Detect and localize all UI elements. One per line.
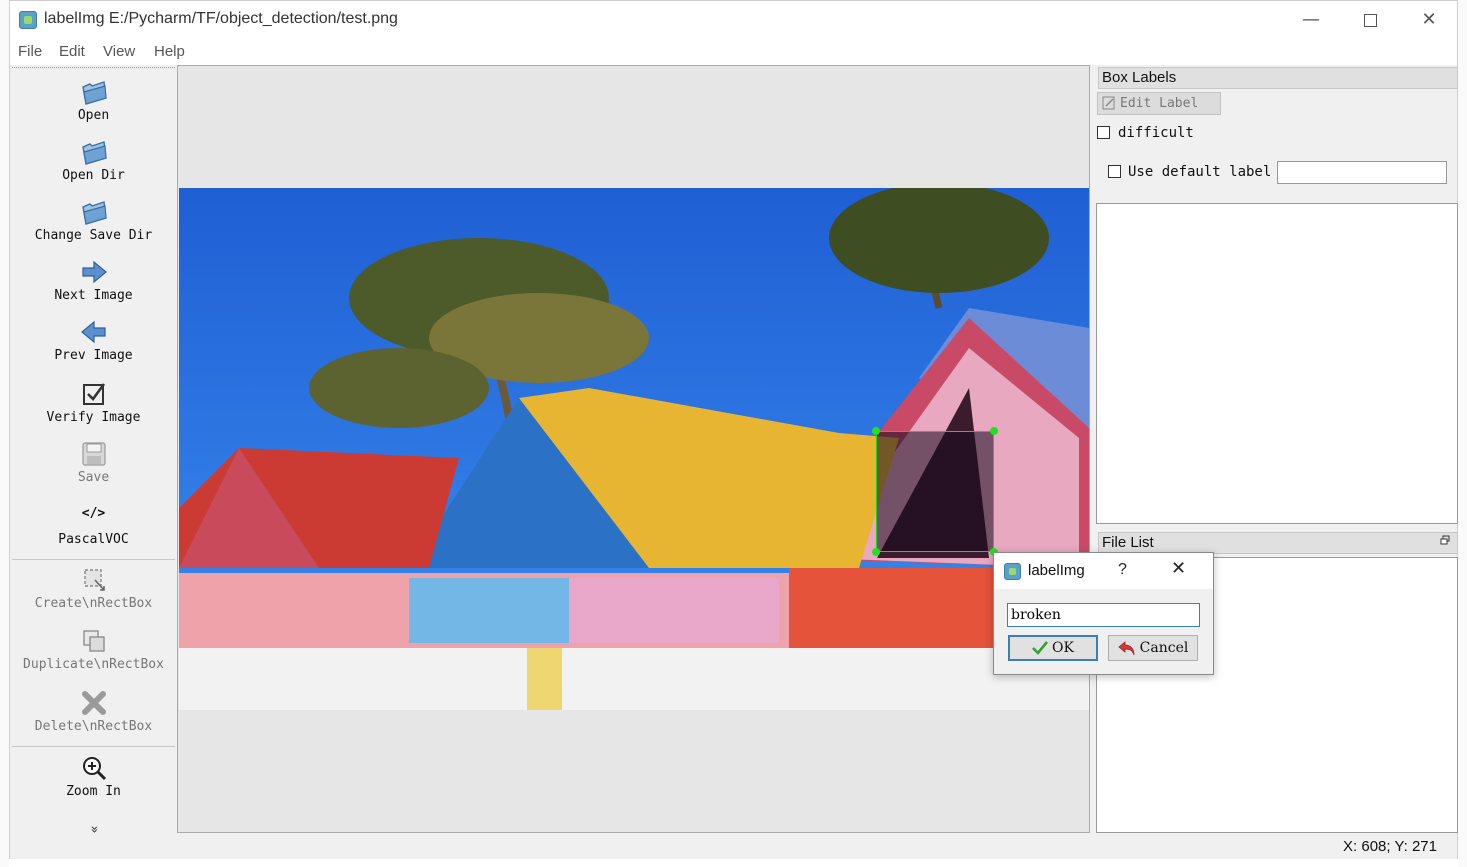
cancel-label: Cancel [1139,640,1189,656]
open-dir-button[interactable]: Open Dir [12,138,175,183]
format-label: PascalVOC [58,532,129,547]
difficult-label: difficult [1118,125,1194,141]
status-bar: X: 608; Y: 271 [10,834,1457,859]
bbox-handle-top-right[interactable] [990,427,998,435]
help-button[interactable]: ? [1118,561,1127,579]
ok-button[interactable]: OK [1008,635,1098,661]
delete-rectbox-label: Delete\nRectBox [34,719,153,734]
background-right-strip [1458,0,1467,867]
close-dialog-button[interactable]: ✕ [1171,558,1186,579]
dialog-title-bar: labelImg ? ✕ [994,553,1213,589]
change-save-dir-button[interactable]: Change Save Dir [12,198,175,243]
use-default-label-text: Use default label [1128,164,1272,180]
change-save-dir-label: Change Save Dir [34,228,153,243]
dock-float-icon[interactable] [1440,535,1450,545]
file-list-title: File List [1098,532,1458,554]
label-list[interactable] [1096,203,1458,524]
duplicate-rectbox-label: Duplicate\nRectBox [23,657,164,672]
dialog-title: labelImg [1028,562,1085,579]
close-window-button[interactable]: ✕ [1406,5,1452,35]
default-label-input[interactable] [1277,161,1447,184]
minimize-button[interactable]: — [1288,5,1334,35]
create-rectbox-label: Create\nRectBox [34,596,153,611]
toolbar-separator [12,559,175,560]
create-rectbox-button[interactable]: Create\nRectBox [12,566,175,611]
app-icon [19,11,37,29]
cursor-coordinates: X: 608; Y: 271 [1343,838,1437,855]
edit-label-button[interactable]: Edit Label [1097,92,1221,115]
menu-bar: File Edit View Help [10,39,1457,65]
arrow-right-icon [81,260,107,284]
ok-label: OK [1052,640,1074,656]
folder-open-icon [81,81,107,105]
menu-edit[interactable]: Edit [59,43,85,60]
format-pascalvoc-button[interactable]: </> PascalVOC [12,504,175,547]
toolbar-separator [12,746,175,747]
delete-x-icon [81,691,106,715]
bbox-handle-bottom-left[interactable] [872,548,880,556]
next-image-label: Next Image [54,288,133,303]
delete-rectbox-button[interactable]: Delete\nRectBox [12,689,175,734]
save-label: Save [77,470,110,485]
tool-bar: Open Open Dir Change Save Dir Next Image [12,67,175,834]
app-icon [1004,563,1021,580]
folder-save-icon [81,201,107,225]
open-button[interactable]: Open [12,78,175,123]
bbox-handle-top-left[interactable] [872,427,880,435]
create-rect-icon [83,569,105,591]
chevron-down-icon: » [86,825,101,834]
verify-image-label: Verify Image [46,410,141,425]
label-dialog: labelImg ? ✕ OK Cancel [993,552,1214,675]
prev-image-button[interactable]: Prev Image [12,318,175,363]
more-tools-button[interactable]: » [12,818,175,834]
duplicate-icon [82,630,105,652]
maximize-button[interactable] [1347,5,1393,35]
verify-image-button[interactable]: Verify Image [12,380,175,425]
menu-view[interactable]: View [103,43,135,60]
zoom-in-button[interactable]: Zoom In [12,754,175,799]
label-input[interactable] [1007,603,1200,627]
zoom-in-label: Zoom In [66,784,121,799]
edit-label-text: Edit Label [1120,96,1199,111]
cancel-button[interactable]: Cancel [1108,635,1198,661]
menu-file[interactable]: File [18,43,42,60]
next-image-button[interactable]: Next Image [12,258,175,303]
save-button[interactable]: Save [12,440,175,485]
background-left-strip [0,0,9,867]
duplicate-rectbox-button[interactable]: Duplicate\nRectBox [12,627,175,672]
title-bar: labelImg E:/Pycharm/TF/object_detection/… [10,1,1457,39]
checkmark-icon [1032,641,1049,655]
window-title: labelImg E:/Pycharm/TF/object_detection/… [44,10,398,27]
labelimg-window: labelImg E:/Pycharm/TF/object_detection/… [9,0,1458,859]
floppy-disk-icon [81,442,106,466]
menu-help[interactable]: Help [154,43,185,60]
annotation-bounding-box[interactable] [872,427,998,556]
box-labels-title: Box Labels [1098,67,1458,89]
code-format-icon: </> [81,506,106,521]
checkbox-checked-icon [82,383,105,405]
open-dir-label: Open Dir [62,168,125,183]
zoom-in-icon [82,757,106,781]
difficult-checkbox[interactable] [1097,126,1110,139]
prev-image-label: Prev Image [54,348,133,363]
folder-icon [81,141,107,165]
open-label: Open [77,108,110,123]
undo-arrow-icon [1118,641,1135,656]
maximize-icon [1363,14,1377,27]
use-default-label-checkbox[interactable] [1108,165,1121,178]
arrow-left-icon [80,320,106,344]
edit-icon [1102,96,1115,110]
